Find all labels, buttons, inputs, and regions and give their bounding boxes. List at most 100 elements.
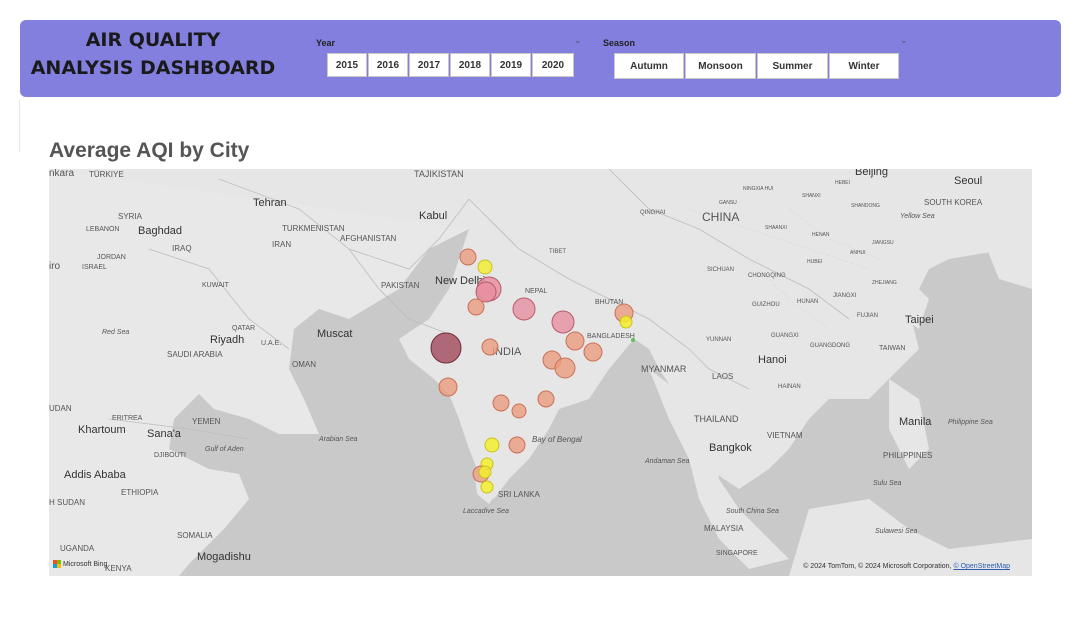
year-2020-button[interactable]: 2020 bbox=[532, 53, 574, 77]
map-label: HEBEI bbox=[835, 180, 850, 186]
city-bubble[interactable] bbox=[554, 357, 576, 379]
city-bubble[interactable] bbox=[475, 281, 497, 303]
city-bubble[interactable] bbox=[492, 394, 510, 412]
map-label: Red Sea bbox=[102, 329, 129, 336]
city-bubble[interactable] bbox=[459, 248, 477, 266]
map-label: KENYA bbox=[105, 564, 132, 573]
season-winter-button[interactable]: Winter bbox=[829, 53, 899, 79]
map-attribution: © 2024 TomTom, © 2024 Microsoft Corporat… bbox=[803, 563, 1010, 570]
map-label: NEPAL bbox=[525, 288, 548, 295]
aqi-map[interactable]: nkara TÜRKIYE TURKMENISTAN TAJIKISTAN SY… bbox=[49, 169, 1032, 576]
map-label: VIETNAM bbox=[767, 431, 803, 440]
city-bubble[interactable] bbox=[619, 315, 633, 329]
map-label: LAOS bbox=[712, 372, 733, 381]
chevron-down-icon[interactable]: ⌄ bbox=[900, 35, 908, 46]
openstreetmap-link[interactable]: © OpenStreetMap bbox=[953, 563, 1010, 570]
title-line-1: AIR QUALITY bbox=[85, 29, 221, 51]
year-2019-button[interactable]: 2019 bbox=[491, 53, 531, 77]
city-bubble[interactable] bbox=[565, 331, 585, 351]
bing-logo: Microsoft Bing bbox=[53, 560, 107, 568]
map-label: LEBANON bbox=[86, 226, 119, 233]
season-monsoon-button[interactable]: Monsoon bbox=[685, 53, 756, 79]
map-label: Laccadive Sea bbox=[463, 508, 509, 515]
year-2017-button[interactable]: 2017 bbox=[409, 53, 449, 77]
map-label: Sana'a bbox=[147, 428, 182, 440]
map-label: HAINAN bbox=[778, 384, 801, 390]
map-label: Andaman Sea bbox=[644, 458, 689, 465]
map-label: Addis Ababa bbox=[64, 469, 127, 481]
map-label: U.A.E. bbox=[261, 340, 281, 347]
city-bubble[interactable] bbox=[583, 342, 603, 362]
map-label: OMAN bbox=[292, 360, 316, 369]
city-bubble[interactable] bbox=[477, 259, 493, 275]
map-label: YEMEN bbox=[192, 417, 221, 426]
map-label: ZHEJIANG bbox=[872, 280, 897, 286]
map-label: Philippine Sea bbox=[948, 419, 993, 426]
city-bubble[interactable] bbox=[631, 338, 635, 342]
map-label: NINGXIA HUI bbox=[743, 186, 773, 192]
map-label: SINGAPORE bbox=[716, 550, 758, 557]
city-bubble[interactable] bbox=[537, 390, 555, 408]
map-label: JIANGSU bbox=[872, 240, 894, 246]
season-summer-button[interactable]: Summer bbox=[757, 53, 828, 79]
map-label: Tehran bbox=[253, 197, 287, 209]
map-label: TAIWAN bbox=[879, 345, 905, 352]
city-bubble[interactable] bbox=[480, 480, 494, 494]
map-label: Baghdad bbox=[138, 225, 182, 237]
map-label: MALAYSIA bbox=[704, 524, 744, 533]
map-label: GANSU bbox=[719, 200, 737, 206]
city-bubble[interactable] bbox=[478, 465, 492, 479]
city-bubble[interactable] bbox=[511, 403, 527, 419]
map-label: nkara bbox=[49, 169, 74, 179]
map-label: Arabian Sea bbox=[318, 436, 358, 443]
map-title: Average AQI by City bbox=[49, 139, 250, 162]
map-label: Beijing bbox=[855, 169, 888, 178]
city-bubble[interactable] bbox=[438, 377, 458, 397]
map-label: SOMALIA bbox=[177, 531, 213, 540]
map-label: Khartoum bbox=[78, 424, 126, 436]
map-label: QINGHAI bbox=[640, 210, 666, 216]
map-label: Manila bbox=[899, 416, 932, 428]
map-label: UGANDA bbox=[60, 544, 95, 553]
city-bubble[interactable] bbox=[481, 338, 499, 356]
season-autumn-button[interactable]: Autumn bbox=[614, 53, 684, 79]
map-label: TAJIKISTAN bbox=[414, 169, 464, 179]
year-2016-button[interactable]: 2016 bbox=[368, 53, 408, 77]
year-2018-button[interactable]: 2018 bbox=[450, 53, 490, 77]
map-label: YUNNAN bbox=[706, 337, 731, 343]
map-label: Mogadishu bbox=[197, 551, 251, 563]
map-label: GUANGDONG bbox=[810, 343, 850, 349]
map-label: PHILIPPINES bbox=[883, 451, 932, 460]
title-line-2: ANALYSIS DASHBOARD bbox=[30, 57, 276, 79]
map-label: Kabul bbox=[419, 210, 447, 222]
map-label: SICHUAN bbox=[707, 267, 734, 273]
map-label: Bangkok bbox=[709, 442, 752, 454]
map-label: Gulf of Aden bbox=[205, 446, 244, 453]
map-label: HUBEI bbox=[807, 259, 822, 265]
map-label: SOUTH KOREA bbox=[924, 198, 983, 207]
chevron-down-icon[interactable]: ⌄ bbox=[574, 35, 582, 46]
map-label: KUWAIT bbox=[202, 282, 230, 289]
map-label: ANHUI bbox=[850, 250, 866, 256]
map-label: H SUDAN bbox=[49, 498, 85, 507]
city-bubble[interactable] bbox=[484, 437, 500, 453]
map-canvas[interactable]: nkara TÜRKIYE TURKMENISTAN TAJIKISTAN SY… bbox=[49, 169, 1032, 576]
visual-border bbox=[19, 100, 20, 152]
city-bubble[interactable] bbox=[508, 436, 526, 454]
map-label: Sulawesi Sea bbox=[875, 528, 918, 535]
year-2015-button[interactable]: 2015 bbox=[327, 53, 367, 77]
map-label: SAUDI ARABIA bbox=[167, 350, 223, 359]
map-label: JORDAN bbox=[97, 254, 126, 261]
map-label: ERITREA bbox=[112, 415, 143, 422]
map-label: SYRIA bbox=[118, 212, 143, 221]
map-label: GUIZHOU bbox=[752, 302, 780, 308]
map-label: IRAN bbox=[272, 240, 291, 249]
map-label: CHONGQING bbox=[748, 273, 786, 279]
city-bubble[interactable] bbox=[467, 298, 485, 316]
city-bubble[interactable] bbox=[512, 297, 536, 321]
map-label: IRAQ bbox=[172, 244, 192, 253]
city-bubble[interactable] bbox=[551, 310, 575, 334]
map-label: TIBET bbox=[549, 249, 566, 255]
map-label: Riyadh bbox=[210, 334, 244, 346]
city-bubble[interactable] bbox=[430, 332, 462, 364]
